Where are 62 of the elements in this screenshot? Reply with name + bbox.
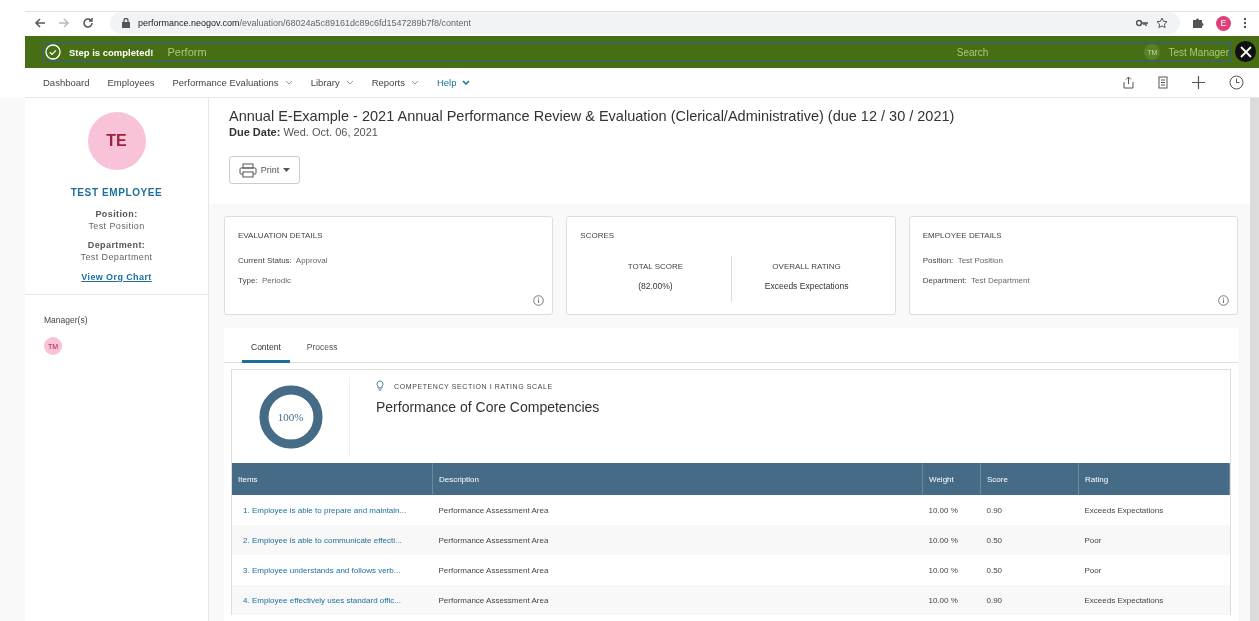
- card-heading: EVALUATION DETAILS: [238, 231, 324, 240]
- detail-field: Type: Periodic: [238, 276, 540, 285]
- item-link[interactable]: 2. Employee is able to communicate effecti...: [232, 525, 433, 555]
- managers-label: Manager(s): [44, 315, 89, 325]
- search-label: Search: [956, 46, 989, 58]
- item-link[interactable]: 1. Employee is able to prepare and maintain...: [232, 495, 433, 525]
- table-cell: 0.90: [980, 585, 1079, 615]
- table-cell: Exceeds Expectations: [1078, 495, 1230, 525]
- card-heading: EMPLOYEE DETAILS: [922, 231, 1003, 240]
- position-value: Test Position: [88, 221, 145, 231]
- table-cell: 10.00 %: [922, 585, 981, 615]
- department-label: Department:: [87, 240, 146, 250]
- detail-field: Department: Test Department: [922, 276, 1224, 285]
- nav-item[interactable]: Dashboard: [43, 77, 90, 88]
- tab[interactable]: Content: [242, 342, 290, 363]
- app-name: Perform: [167, 46, 207, 58]
- department-value: Test Department: [80, 252, 153, 262]
- banner-message: Step is completed!: [69, 46, 154, 58]
- card-heading: SCORES: [580, 231, 616, 240]
- overall-rating-value: Exceeds Expectations: [763, 280, 850, 291]
- table-cell: Poor: [1078, 525, 1230, 555]
- due-date: Due Date: Wed. Oct. 06, 2021: [229, 126, 378, 138]
- tab[interactable]: Process: [297, 342, 347, 363]
- address-bar[interactable]: performance.neogov.com/evaluation/68024a5c89161dc89c6fd1547289b7f8/content: [110, 12, 1180, 34]
- table-cell: Poor: [1078, 555, 1230, 585]
- column-header: Items: [232, 463, 433, 495]
- profile-avatar[interactable]: E: [1216, 15, 1231, 31]
- detail-field: Position: Test Position: [922, 256, 1224, 265]
- employee-name: TEST EMPLOYEE: [70, 187, 163, 198]
- column-header: Description: [432, 463, 923, 495]
- nav-item[interactable]: Employees: [107, 77, 155, 88]
- table-cell: 0.50: [980, 555, 1079, 585]
- print-button[interactable]: Print: [229, 156, 300, 184]
- table-cell: 10.00 %: [922, 525, 981, 555]
- column-header: Score: [980, 463, 1079, 495]
- table-cell: Performance Assessment Area: [432, 555, 923, 585]
- nav-item[interactable]: Reports: [371, 77, 419, 88]
- nav-item[interactable]: Performance Evaluations: [172, 77, 293, 88]
- overall-rating-label: OVERALL RATING: [771, 261, 842, 271]
- user-name: Test Manager: [1168, 46, 1229, 58]
- table-cell: 10.00 %: [922, 555, 981, 585]
- table-cell: 10.00 %: [922, 495, 981, 525]
- section-title: Performance of Core Competencies: [376, 399, 600, 415]
- org-chart-link[interactable]: View Org Chart: [81, 272, 152, 282]
- table-cell: Exceeds Expectations: [1078, 585, 1230, 615]
- column-header: Rating: [1078, 463, 1230, 495]
- total-score-label: TOTAL SCORE: [626, 261, 685, 271]
- table-cell: 0.50: [980, 525, 1079, 555]
- item-link[interactable]: 3. Employee understands and follows verb...: [232, 555, 433, 585]
- item-link[interactable]: 4. Employee effectively uses standard offic...: [232, 585, 433, 615]
- detail-field: Current Status: Approval: [238, 256, 540, 265]
- nav-item[interactable]: Library: [310, 77, 354, 88]
- table-cell: Performance Assessment Area: [432, 495, 923, 525]
- total-score-value: (82.00%): [637, 280, 674, 291]
- nav-item[interactable]: Help: [436, 77, 471, 88]
- evaluation-title: Annual E-Example - 2021 Annual Performance Review & Evaluation (Clerical/Administrative) (due 12 / 30 / 2021): [229, 108, 955, 124]
- column-header: Weight: [922, 463, 981, 495]
- table-cell: Performance Assessment Area: [432, 585, 923, 615]
- employee-avatar: TE: [87, 112, 146, 170]
- position-label: Position:: [95, 209, 138, 219]
- table-cell: Performance Assessment Area: [432, 525, 923, 555]
- table-cell: 0.90: [980, 495, 1079, 525]
